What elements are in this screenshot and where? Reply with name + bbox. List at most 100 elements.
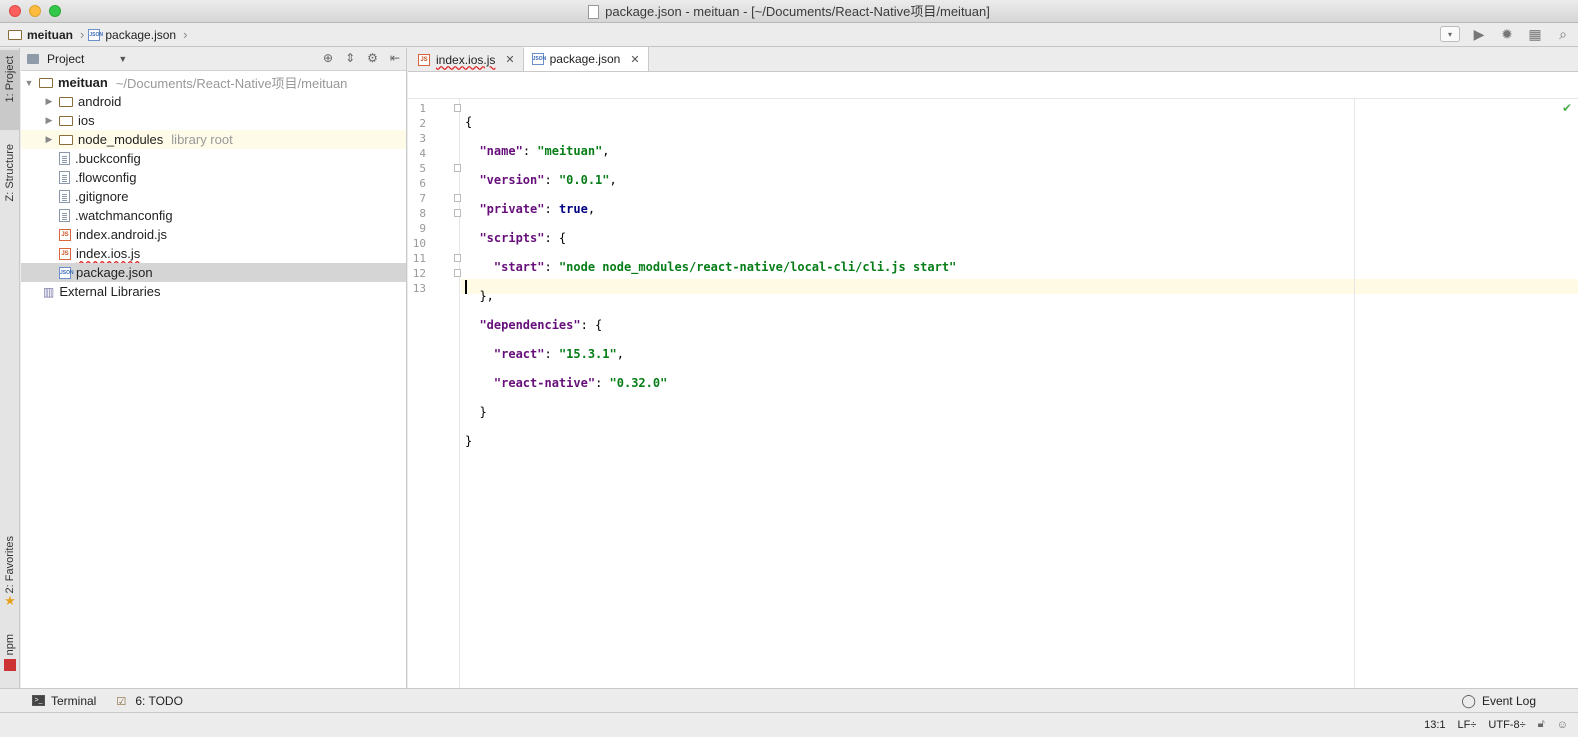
code-line: }	[465, 434, 473, 448]
json-file-icon: JSON	[59, 266, 74, 279]
title-bar: package.json - meituan - [~/Documents/Re…	[0, 0, 1578, 23]
line-separator-selector[interactable]: LF÷	[1458, 719, 1477, 731]
close-icon[interactable]: ✕	[630, 53, 639, 66]
code-line: {	[465, 115, 473, 129]
terminal-icon: >_	[32, 695, 45, 706]
tab-project-tool[interactable]: 1: Project	[0, 50, 20, 130]
hide-panel-icon[interactable]: ⇤	[390, 51, 400, 65]
project-view-icon	[27, 54, 39, 64]
collapse-all-icon[interactable]: ⇕	[345, 51, 355, 65]
project-panel-header: Project ▼ ⊕ ⇕ ⚙ ⇤	[21, 48, 406, 71]
coverage-icon[interactable]: ▦	[1526, 25, 1544, 43]
tree-item-ios[interactable]: ▶ ios	[21, 111, 406, 130]
navigation-bar: meituan › JSON package.json › ▾ ▶ ✹ ▦ ⌕	[0, 23, 1578, 47]
code-line: "scripts": {	[479, 231, 567, 245]
fold-marker-icon[interactable]	[454, 269, 461, 277]
text-file-icon	[59, 171, 70, 184]
code-line: }	[465, 405, 487, 419]
tree-item-flowconfig[interactable]: .flowconfig	[21, 168, 406, 187]
fold-marker-icon[interactable]	[454, 164, 461, 172]
left-tool-strip: 1: Project Z: Structure 2: Favorites ★ n…	[0, 48, 20, 688]
folder-icon	[59, 134, 73, 145]
tree-item-node-modules[interactable]: ▶ node_modules library root	[21, 130, 406, 149]
text-file-icon	[59, 190, 70, 203]
code-line: "name": "meituan",	[479, 144, 610, 158]
tree-item-package-json[interactable]: JSON package.json	[21, 263, 406, 282]
js-file-icon: JS	[59, 247, 71, 260]
tree-root[interactable]: ▼ meituan ~/Documents/React-Native项目/mei…	[21, 73, 406, 92]
text-file-icon	[59, 152, 70, 165]
tab-index-ios-js[interactable]: JS index.ios.js ✕	[410, 48, 524, 71]
tree-item-gitignore[interactable]: .gitignore	[21, 187, 406, 206]
right-margin-guide	[1354, 99, 1355, 688]
close-window-button[interactable]	[9, 5, 21, 17]
tool-window-bar: >_ Terminal ☑ 6: TODO ◯ Event Log	[0, 688, 1578, 712]
code-line: "react": "15.3.1",	[493, 347, 624, 361]
tree-item-buckconfig[interactable]: .buckconfig	[21, 149, 406, 168]
fold-marker-icon[interactable]	[454, 194, 461, 202]
breadcrumb-project[interactable]: meituan ›	[8, 27, 84, 42]
fold-marker-icon[interactable]	[454, 104, 461, 112]
code-editor[interactable]: ✔ { "name": "meituan", "version": "0.0.1…	[461, 99, 1578, 688]
terminal-button[interactable]: >_ Terminal	[32, 694, 96, 708]
search-icon[interactable]: ⌕	[1554, 25, 1572, 43]
ide-window: package.json - meituan - [~/Documents/Re…	[0, 0, 1578, 737]
tab-package-json[interactable]: JSON package.json ✕	[523, 47, 649, 71]
tab-structure-tool[interactable]: Z: Structure	[0, 144, 20, 228]
code-line: },	[465, 289, 494, 303]
npm-icon	[4, 659, 16, 672]
encoding-selector[interactable]: UTF-8÷	[1488, 719, 1525, 731]
maximize-window-button[interactable]	[49, 5, 61, 17]
code-line: "version": "0.0.1",	[479, 173, 617, 187]
tab-npm-tool[interactable]: npm	[0, 634, 20, 682]
chevron-right-icon: ›	[183, 27, 188, 42]
fold-marker-icon[interactable]	[454, 209, 461, 217]
line-number-gutter: 1 2 3 4 5 6 7 8 9 10 11 12 13	[408, 99, 461, 688]
todo-button[interactable]: ☑ 6: TODO	[116, 694, 183, 709]
event-log-button[interactable]: ◯ Event Log	[1461, 693, 1536, 709]
text-file-icon	[59, 209, 70, 222]
tree-item-index-ios[interactable]: JS index.ios.js	[21, 244, 406, 263]
chevron-down-icon[interactable]: ▼	[118, 54, 127, 64]
fold-marker-icon[interactable]	[454, 254, 461, 262]
inspector-icon[interactable]: ☺	[1557, 719, 1568, 731]
check-icon: ✔	[1561, 101, 1572, 115]
code-line: "start": "node node_modules/react-native…	[493, 260, 957, 274]
breadcrumb-file[interactable]: JSON package.json ›	[88, 27, 187, 42]
tree-item-external-libraries[interactable]: ▥ External Libraries	[21, 282, 406, 301]
run-config-dropdown[interactable]: ▾	[1440, 26, 1460, 42]
project-view-selector[interactable]: Project	[47, 52, 84, 66]
json-file-icon: JSON	[531, 53, 546, 65]
library-icon: ▥	[43, 284, 55, 299]
tree-item-index-android[interactable]: JS index.android.js	[21, 225, 406, 244]
speech-bubble-icon: ◯	[1461, 692, 1476, 708]
tab-favorites-tool[interactable]: 2: Favorites ★	[0, 536, 20, 616]
scroll-from-source-icon[interactable]: ⊕	[323, 51, 333, 65]
cursor-position[interactable]: 13:1	[1424, 719, 1445, 731]
todo-icon: ☑	[116, 696, 127, 708]
tree-item-android[interactable]: ▶ android	[21, 92, 406, 111]
run-icon[interactable]: ▶	[1470, 25, 1488, 43]
collapsed-arrow-icon[interactable]: ▶	[43, 134, 55, 145]
minimize-window-button[interactable]	[29, 5, 41, 17]
collapsed-arrow-icon[interactable]: ▶	[43, 115, 55, 126]
code-line: "dependencies": {	[479, 318, 603, 332]
gear-icon[interactable]: ⚙	[367, 51, 378, 65]
tree-item-watchmanconfig[interactable]: .watchmanconfig	[21, 206, 406, 225]
debug-icon[interactable]: ✹	[1498, 25, 1516, 43]
lock-icon[interactable]: 🔓︎	[1538, 718, 1545, 731]
window-title: package.json - meituan - [~/Documents/Re…	[605, 4, 990, 19]
text-caret	[465, 280, 467, 294]
code-line: "private": true,	[479, 202, 596, 216]
editor-breadcrumb-bar	[408, 72, 1578, 99]
folder-icon	[59, 96, 73, 107]
code-lines: { "name": "meituan", "version": "0.0.1",…	[465, 101, 956, 506]
editor-tabs: JS index.ios.js ✕ JSON package.json ✕	[408, 47, 1578, 72]
close-icon[interactable]: ✕	[505, 53, 514, 66]
collapsed-arrow-icon[interactable]: ▶	[43, 96, 55, 107]
js-file-icon: JS	[59, 228, 71, 241]
expanded-arrow-icon[interactable]: ▼	[23, 78, 35, 88]
project-panel: Project ▼ ⊕ ⇕ ⚙ ⇤ ▼ meituan ~/Documents/…	[21, 48, 407, 688]
chevron-right-icon: ›	[80, 27, 85, 42]
